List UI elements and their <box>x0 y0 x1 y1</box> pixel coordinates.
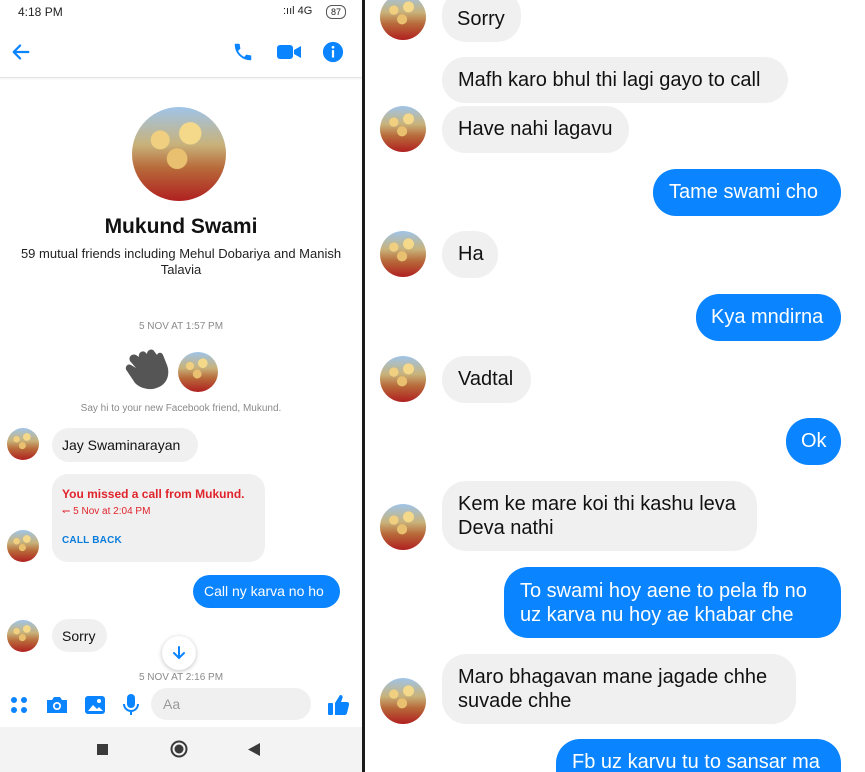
message-bubble-outgoing[interactable]: To swami hoy aene to pela fb no uz karva… <box>504 567 841 638</box>
thumbs-up-icon[interactable] <box>325 691 353 719</box>
message-bubble-incoming[interactable]: Jay Swaminarayan <box>52 428 198 462</box>
message-bubble-incoming[interactable]: Ha <box>442 231 498 278</box>
message-bubble-outgoing[interactable]: Kya mndirna <box>696 294 841 341</box>
say-hi-text: Say hi to your new Facebook friend, Muku… <box>80 403 282 414</box>
friend-mini-avatar <box>176 350 220 394</box>
home-circle-icon[interactable] <box>169 739 189 759</box>
message-bubble-outgoing[interactable]: Fb uz karvu tu to sansar ma <box>556 739 841 772</box>
image-icon[interactable] <box>82 693 108 717</box>
message-input[interactable]: Aa <box>151 688 311 720</box>
four-dots-icon[interactable] <box>8 694 30 716</box>
right-chat-screen: Sorry Mafh karo bhul thi lagi gayo to ca… <box>365 0 865 772</box>
camera-icon[interactable] <box>44 693 70 717</box>
video-camera-icon[interactable] <box>275 39 303 65</box>
missed-call-card: You missed a call from Mukund. ↽ 5 Nov a… <box>52 474 265 562</box>
avatar <box>7 530 39 562</box>
info-icon[interactable] <box>320 39 346 65</box>
scroll-down-button[interactable] <box>162 636 196 670</box>
status-bar: 4:18 PM :ııl 4G 87 <box>0 0 362 26</box>
message-bubble-outgoing[interactable]: Tame swami cho <box>653 169 841 216</box>
message-bubble-outgoing[interactable]: Call ny karva no ho <box>193 575 340 608</box>
avatar <box>380 0 426 40</box>
avatar <box>380 504 426 550</box>
avatar <box>7 428 39 460</box>
profile-name: Mukund Swami <box>104 215 258 238</box>
call-back-button[interactable]: CALL BACK <box>62 535 122 546</box>
message-bubble-incoming[interactable]: Maro bhagavan mane jagade chhe suvade ch… <box>442 654 796 724</box>
mutual-friends-text: 59 mutual friends including Mehul Dobari… <box>20 246 342 277</box>
message-bubble-outgoing[interactable]: Ok <box>786 418 841 465</box>
message-bubble-incoming[interactable]: Sorry <box>442 0 521 42</box>
timestamp: 5 NOV AT 1:57 PM <box>138 321 224 332</box>
timestamp: 5 NOV AT 2:16 PM <box>138 672 224 682</box>
phone-icon[interactable] <box>230 39 256 65</box>
left-phone-screen: 4:18 PM :ııl 4G 87 Mukund Swami 59 mutua… <box>0 0 362 772</box>
back-triangle-icon[interactable] <box>247 742 261 756</box>
avatar <box>380 678 426 724</box>
screenshot-root: 4:18 PM :ııl 4G 87 Mukund Swami 59 mutua… <box>0 0 865 772</box>
microphone-icon[interactable] <box>119 692 143 718</box>
chat-header <box>0 26 362 78</box>
android-nav-bar <box>0 727 362 772</box>
avatar <box>380 356 426 402</box>
profile-avatar[interactable] <box>132 107 226 201</box>
message-bubble-incoming[interactable]: Sorry <box>52 619 107 652</box>
network-indicator: :ııl 4G <box>283 5 313 17</box>
avatar <box>380 231 426 277</box>
status-time: 4:18 PM <box>18 5 63 19</box>
message-bubble-incoming[interactable]: Mafh karo bhul thi lagi gayo to call <box>442 57 788 103</box>
battery-indicator: 87 <box>326 5 347 19</box>
missed-call-time: ↽ 5 Nov at 2:04 PM <box>62 506 151 517</box>
avatar <box>380 106 426 152</box>
avatar <box>7 620 39 652</box>
message-bubble-incoming[interactable]: Kem ke mare koi thi kashu leva Deva nath… <box>442 481 757 551</box>
wave-hand-icon[interactable] <box>122 335 182 393</box>
missed-call-title: You missed a call from Mukund. <box>62 487 245 501</box>
recents-square-icon[interactable] <box>96 743 108 755</box>
arrow-left-icon[interactable] <box>8 39 34 65</box>
message-bubble-incoming[interactable]: Vadtal <box>442 356 531 403</box>
message-bubble-incoming[interactable]: Have nahi lagavu <box>442 106 629 153</box>
